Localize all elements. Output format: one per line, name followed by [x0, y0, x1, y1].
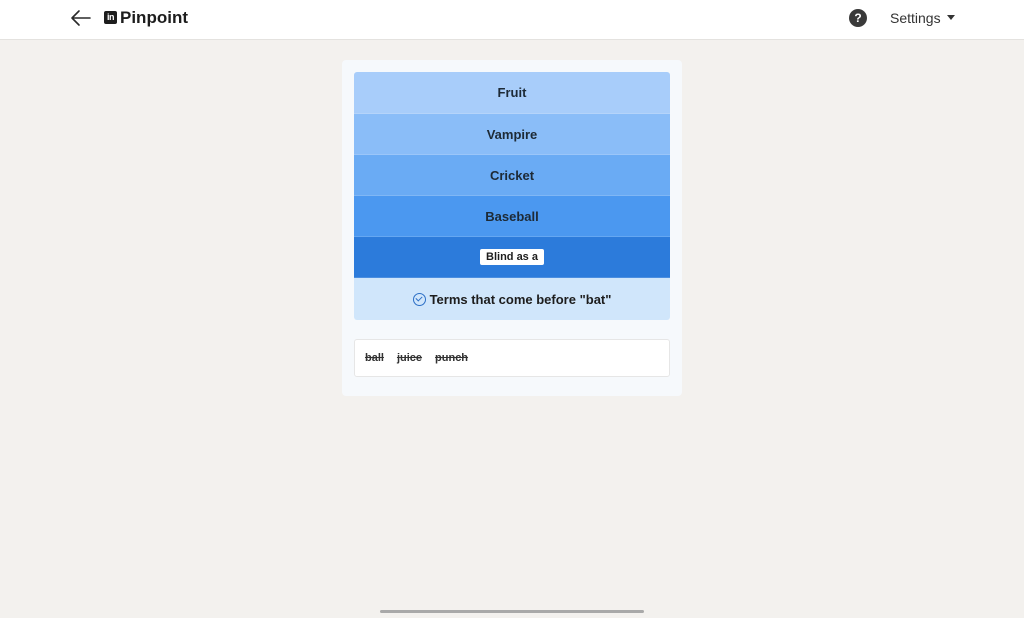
clue-5: Blind as a: [354, 237, 670, 278]
caret-down-icon: [946, 14, 955, 20]
clue-2: Vampire: [354, 114, 670, 155]
clue-4-label: Baseball: [485, 208, 539, 224]
settings-dropdown[interactable]: Settings: [890, 10, 955, 26]
clue-3: Cricket: [354, 155, 670, 196]
clue-3-label: Cricket: [489, 167, 535, 183]
settings-label: Settings: [890, 10, 941, 26]
guess-1: ball: [365, 352, 384, 364]
clue-5-label: Blind as a: [480, 249, 544, 265]
answer-banner: Terms that come before "bat": [354, 278, 670, 320]
linkedin-logo-icon: in: [104, 11, 117, 24]
app-title: Pinpoint: [120, 8, 188, 27]
guess-history: ball juice punch: [354, 339, 670, 377]
top-bar: in Pinpoint ? Settings: [0, 0, 1024, 40]
back-button[interactable]: [68, 7, 94, 29]
check-circle-icon: [412, 292, 426, 306]
clue-4: Baseball: [354, 196, 670, 237]
game-card: Fruit Vampire Cricket Baseball Blind as …: [342, 60, 682, 396]
clue-1-label: Fruit: [497, 85, 527, 100]
guess-3: punch: [435, 352, 469, 364]
arrow-left-icon: [71, 10, 91, 26]
clue-2-label: Vampire: [486, 126, 538, 142]
clue-stack: Fruit Vampire Cricket Baseball Blind as …: [354, 72, 670, 320]
scroll-indicator[interactable]: [380, 610, 644, 613]
clue-1: Fruit: [354, 72, 670, 114]
guess-2: juice: [396, 352, 423, 364]
answer-text: Terms that come before "bat": [429, 291, 612, 307]
help-icon[interactable]: ?: [849, 9, 867, 27]
